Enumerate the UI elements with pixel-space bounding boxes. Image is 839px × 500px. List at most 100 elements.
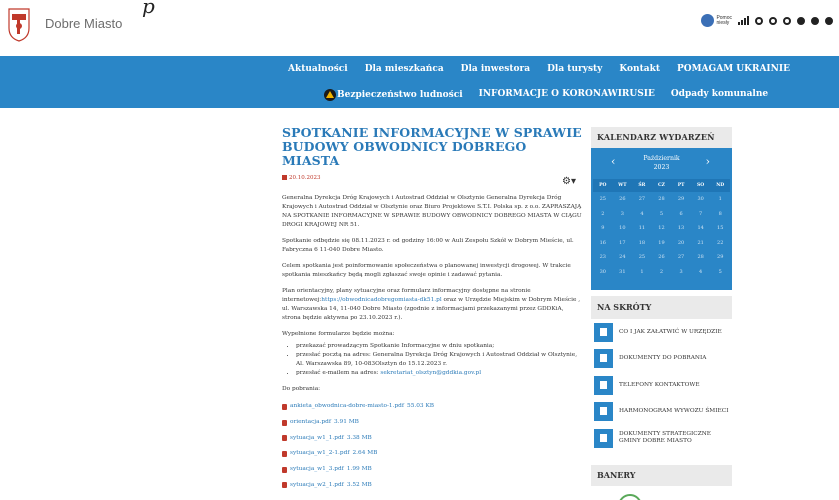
nav-item-pomagam-ukrainie[interactable]: POMAGAM UKRAINIE [677, 64, 790, 74]
contrast-option-4-icon[interactable] [797, 16, 805, 25]
font-size-icon[interactable] [738, 16, 749, 25]
calendar-day[interactable]: 7 [691, 207, 711, 222]
calendar-day[interactable]: 9 [593, 221, 613, 236]
list-item: przekazać prowadzącym Spotkanie Informac… [296, 342, 584, 351]
calendar-day[interactable]: 26 [652, 250, 672, 265]
calendar-day[interactable]: 17 [613, 236, 633, 251]
calendar-day[interactable]: 2 [652, 265, 672, 280]
calendar-day[interactable]: 11 [632, 221, 652, 236]
shortcut-item[interactable]: CO I JAK ZAŁATWIĆ W URZĘDZIE [591, 319, 732, 346]
file-name[interactable]: sytuacja_w1_3.pdf [290, 465, 344, 474]
calendar-day[interactable]: 19 [652, 236, 672, 251]
contrast-option-3-icon[interactable] [783, 16, 791, 25]
shortcut-item[interactable]: DOKUMENTY STRATEGICZNE GMINY DOBRE MIAST… [591, 425, 732, 452]
calendar-day[interactable]: 18 [632, 236, 652, 251]
calendar-day[interactable]: 4 [691, 265, 711, 280]
pdf-icon [282, 450, 287, 457]
chevron-left-icon[interactable]: ‹ [611, 156, 615, 167]
calendar-day[interactable]: 21 [691, 236, 711, 251]
calendar-day-name: ŚR [632, 179, 652, 192]
calendar-day[interactable]: 24 [613, 250, 633, 265]
calendar-day[interactable]: 10 [613, 221, 633, 236]
site-name[interactable]: Dobre Miasto [45, 16, 122, 31]
calendar-day[interactable]: 2 [593, 207, 613, 222]
nav-item-aktualnosci[interactable]: Aktualności [288, 64, 348, 74]
nav-item-bezpieczenstwo[interactable]: Bezpieczeństwo ludności [324, 89, 463, 101]
calendar-day[interactable]: 25 [632, 250, 652, 265]
download-item[interactable]: sytuacja_w1_3.pdf 1.99 MB [282, 462, 584, 478]
nav-item-koronawirus[interactable]: INFORMACJE O KORONAWIRUSIE [479, 89, 655, 101]
download-item[interactable]: sytuacja_w1_1.pdf 3.38 MB [282, 430, 584, 446]
calendar-day[interactable]: 28 [691, 250, 711, 265]
download-item[interactable]: sytuacja_w2_1.pdf 3.52 MB [282, 477, 584, 493]
calendar-day[interactable]: 8 [710, 207, 730, 222]
calendar-day[interactable]: 3 [613, 207, 633, 222]
calendar-day[interactable]: 25 [593, 192, 613, 207]
calendar-day[interactable]: 28 [652, 192, 672, 207]
calendar-day-name: WT [612, 179, 633, 192]
file-size: 2.64 MB [352, 450, 378, 457]
list-item: przesłać e-mailem na adres: sekretariat_… [296, 369, 584, 378]
calendar-day[interactable]: 12 [652, 221, 672, 236]
contrast-option-1-icon[interactable] [755, 16, 763, 25]
contrast-option-2-icon[interactable] [769, 16, 777, 25]
chevron-right-icon[interactable]: › [706, 156, 710, 167]
calendar-day[interactable]: 4 [632, 207, 652, 222]
warning-icon [324, 89, 336, 101]
calendar-day[interactable]: 3 [671, 265, 691, 280]
gear-icon[interactable]: ⚙▾ [562, 176, 576, 187]
calendar-day-name: PT [671, 179, 691, 192]
calendar-day[interactable]: 30 [691, 192, 711, 207]
file-name[interactable]: ankieta_obwodnica-dobre-miasto-1.pdf [290, 402, 404, 411]
calendar-day[interactable]: 14 [691, 221, 711, 236]
nav-item-kontakt[interactable]: Kontakt [619, 64, 660, 74]
file-name[interactable]: sytuacja_w2_1.pdf [290, 481, 344, 490]
banner-logo-icon[interactable] [618, 494, 642, 500]
calendar-day[interactable]: 29 [671, 192, 691, 207]
calendar-day[interactable]: 29 [710, 250, 730, 265]
calendar-day[interactable]: 23 [593, 250, 613, 265]
nav-item-dla-turysty[interactable]: Dla turysty [547, 64, 602, 74]
nav-item-dla-inwestora[interactable]: Dla inwestora [461, 64, 530, 74]
article-date: 20.10.2023 [289, 175, 321, 181]
coat-of-arms-icon[interactable] [8, 8, 30, 42]
contrast-option-6-icon[interactable] [825, 16, 833, 25]
calendar-day[interactable]: 27 [632, 192, 652, 207]
calendar-day[interactable]: 1 [710, 192, 730, 207]
project-website-link[interactable]: https://obwodnicadobregomiasta-dk51.pl [321, 297, 441, 303]
shortcut-item[interactable]: DOKUMENTY DO POBRANIA [591, 346, 732, 373]
calendar-day[interactable]: 15 [710, 221, 730, 236]
shortcut-label: HARMONOGRAM WYWOZU ŚMIECI [619, 408, 729, 415]
download-item[interactable]: sytuacja_w1_2-1.pdf 2.64 MB [282, 446, 584, 462]
download-item[interactable]: ankieta_obwodnica-dobre-miasto-1.pdf 55.0… [282, 399, 584, 415]
article-paragraph-2: Spotkanie odbędzie się 08.11.2023 r. od … [282, 238, 574, 253]
shortcut-item[interactable]: TELEFONY KONTAKTOWE [591, 372, 732, 399]
calendar-day[interactable]: 16 [593, 236, 613, 251]
calendar-day[interactable]: 5 [710, 265, 730, 280]
main-navigation: Aktualności Dla mieszkańca Dla inwestora… [0, 56, 839, 108]
nav-item-odpady[interactable]: Odpady komunalne [671, 89, 768, 101]
deaf-help-link[interactable]: Pomoc niesły [701, 14, 732, 27]
calendar-day[interactable]: 22 [710, 236, 730, 251]
shortcut-item[interactable]: HARMONOGRAM WYWOZU ŚMIECI [591, 399, 732, 426]
calendar-day[interactable]: 27 [671, 250, 691, 265]
calendar-day-name: SO [690, 179, 711, 192]
nav-item-dla-mieszkanca[interactable]: Dla mieszkańca [365, 64, 444, 74]
article-paragraph-4: Plan orientacyjny, plany sytuacyjne oraz… [282, 287, 584, 323]
accessibility-toolbar: Pomoc niesły [701, 14, 833, 27]
nav-row-secondary: Bezpieczeństwo ludności INFORMACJE O KOR… [324, 89, 768, 101]
calendar-day[interactable]: 5 [652, 207, 672, 222]
calendar-day[interactable]: 1 [632, 265, 652, 280]
contrast-option-5-icon[interactable] [811, 16, 819, 25]
file-name[interactable]: sytuacja_w1_2-1.pdf [290, 449, 349, 458]
file-name[interactable]: sytuacja_w1_1.pdf [290, 434, 344, 443]
calendar-day[interactable]: 20 [671, 236, 691, 251]
file-name[interactable]: orientacja.pdf [290, 418, 331, 427]
calendar-day[interactable]: 30 [593, 265, 613, 280]
calendar-day[interactable]: 26 [613, 192, 633, 207]
email-link[interactable]: sekretariat_olsztyn@gddkia.gov.pl [380, 370, 481, 376]
calendar-day[interactable]: 6 [671, 207, 691, 222]
calendar-day[interactable]: 31 [613, 265, 633, 280]
download-item[interactable]: orientacja.pdf 3.91 MB [282, 415, 584, 431]
calendar-day[interactable]: 13 [671, 221, 691, 236]
